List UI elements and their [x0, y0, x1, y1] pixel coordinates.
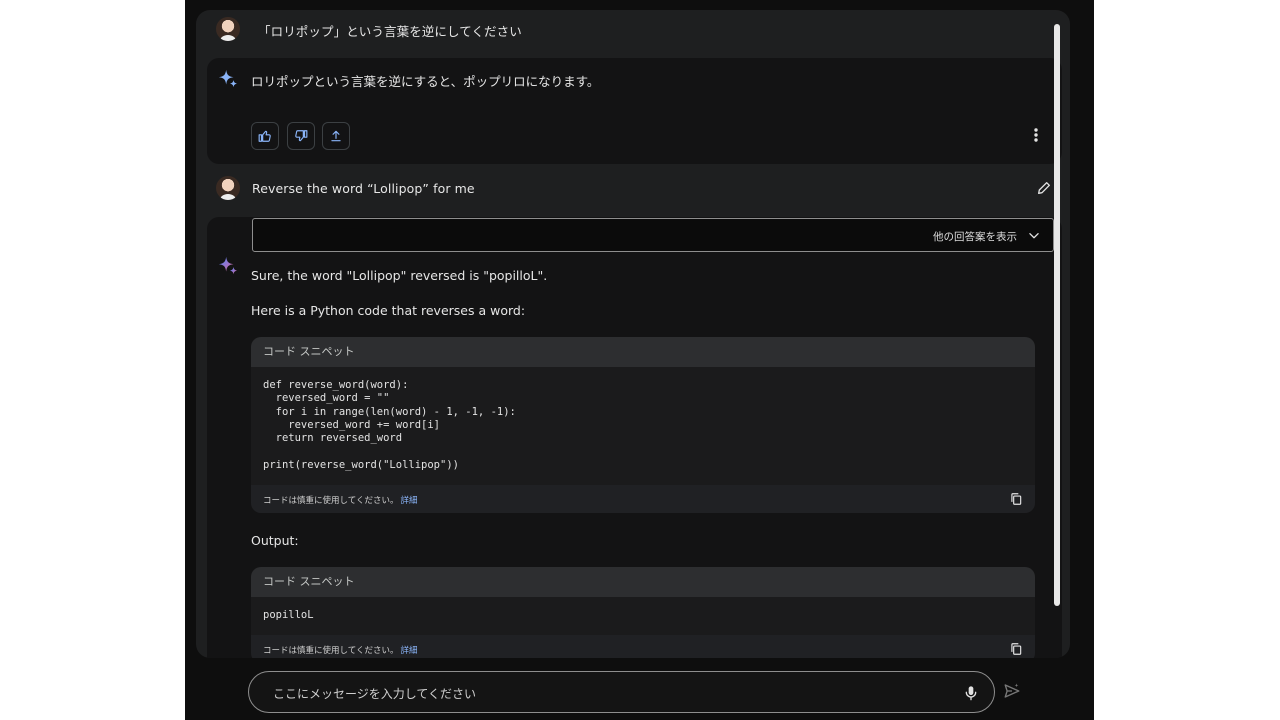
code-line: return reversed_word [263, 432, 403, 445]
sparkle-icon [218, 69, 238, 88]
show-drafts-button[interactable]: 他の回答案を表示 [252, 218, 1054, 252]
message-input-placeholder: ここにメッセージを入力してください [273, 687, 477, 701]
code-block: コード スニペット def reverse_word(word): revers… [251, 337, 1035, 513]
output-label: Output: [251, 533, 299, 548]
more-vert-icon [1034, 128, 1038, 142]
edit-icon [1038, 182, 1050, 194]
code-disclaimer: コードは慎重に使用してください。 詳細 [263, 494, 418, 506]
code-disclaimer-text: コードは慎重に使用してください。 [263, 496, 399, 506]
mic-icon[interactable] [963, 684, 979, 702]
code-line: for i in range(len(word) - 1, -1, -1): [263, 405, 516, 418]
composer: ここにメッセージを入力してください [185, 658, 1094, 720]
share-icon [331, 130, 341, 142]
learn-more-link[interactable]: 詳細 [401, 646, 418, 656]
code-line: reversed_word = "" [263, 392, 390, 405]
code-disclaimer-text: コードは慎重に使用してください。 [263, 646, 399, 656]
response-paragraph: Here is a Python code that reverses a wo… [251, 303, 526, 318]
message-input[interactable]: ここにメッセージを入力してください [248, 671, 995, 713]
conversation-panel: 「ロリポップ」という言葉を逆にしてください ロリポップという言葉を逆にすると、ポ… [196, 10, 1070, 658]
sparkle-icon [218, 256, 238, 275]
code-block: コード スニペット popilloL コードは慎重に使用してください。 詳細 [251, 567, 1035, 658]
thumbs-up-button[interactable] [251, 122, 279, 150]
response-card-1: ロリポップという言葉を逆にすると、ポップリロになります。 [207, 58, 1062, 164]
chat-app: 「ロリポップ」という言葉を逆にしてください ロリポップという言葉を逆にすると、ポ… [185, 0, 1094, 720]
copy-icon[interactable] [1009, 642, 1023, 656]
response-card-2: 他の回答案を表示 Sure, the word "Lollipop" rever… [207, 217, 1062, 658]
user-prompt-2: Reverse the word “Lollipop” for me [252, 181, 475, 196]
scrollbar-thumb[interactable] [1054, 24, 1060, 606]
thumbs-down-button[interactable] [287, 122, 315, 150]
user-avatar [216, 176, 240, 200]
response-intro: Sure, the word "Lollipop" reversed is "p… [251, 268, 548, 283]
user-avatar [216, 17, 240, 41]
drafts-label: 他の回答案を表示 [933, 231, 1017, 243]
share-button[interactable] [322, 122, 350, 150]
user-prompt-1: 「ロリポップ」という言葉を逆にしてください [258, 24, 522, 39]
code-block-footer: コードは慎重に使用してください。 詳細 [251, 485, 1035, 513]
code-block-footer: コードは慎重に使用してください。 詳細 [251, 635, 1035, 658]
code-line: def reverse_word(word): [263, 379, 409, 391]
code-disclaimer: コードは慎重に使用してください。 詳細 [263, 644, 418, 656]
edit-prompt-button[interactable] [1036, 180, 1052, 196]
code-content: popilloL [251, 597, 1035, 622]
learn-more-link[interactable]: 詳細 [401, 496, 418, 506]
more-options-button[interactable] [1026, 125, 1046, 145]
code-content: def reverse_word(word): reversed_word = … [251, 367, 1035, 472]
response-text-1: ロリポップという言葉を逆にすると、ポップリロになります。 [251, 74, 600, 89]
code-line: popilloL [263, 609, 314, 621]
send-icon[interactable] [1002, 682, 1022, 700]
thumbs-down-icon [295, 130, 308, 142]
code-line: reversed_word += word[i] [263, 418, 441, 431]
thumbs-up-icon [258, 130, 271, 142]
chevron-down-icon [1029, 233, 1039, 239]
code-block-header: コード スニペット [251, 567, 1035, 597]
code-line: print(reverse_word("Lollipop")) [263, 458, 459, 471]
code-block-header: コード スニペット [251, 337, 1035, 367]
scrollbar[interactable] [1054, 24, 1060, 606]
copy-icon[interactable] [1009, 492, 1023, 506]
